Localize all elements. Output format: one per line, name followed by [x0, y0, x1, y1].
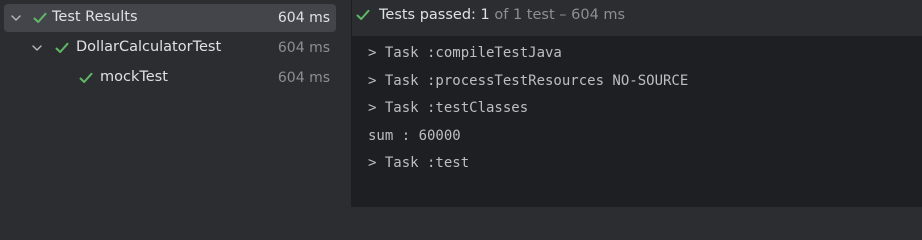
status-suffix: of 1 test – 604 ms	[494, 7, 626, 23]
console-panel: Tests passed: 1 of 1 test – 604 ms > Tas…	[352, 0, 922, 207]
tree-item-label: Test Results	[52, 9, 138, 25]
passed-count: 1	[480, 7, 490, 23]
test-results-tree: Test Results 604 ms DollarCalculatorTest…	[0, 0, 351, 207]
tree-item-dollar-calculator-test[interactable]: DollarCalculatorTest 604 ms	[4, 34, 336, 62]
check-icon	[79, 72, 93, 83]
check-icon	[33, 12, 47, 23]
console-output[interactable]: > Task :compileTestJava > Task :processT…	[368, 42, 688, 180]
check-icon	[356, 9, 370, 20]
console-line: > Task :processTestResources NO-SOURCE	[368, 72, 689, 89]
chevron-down-icon[interactable]	[10, 12, 22, 24]
console-line: > Task :test	[368, 155, 470, 171]
tree-item-time: 604 ms	[277, 10, 330, 26]
test-status-bar: Tests passed: 1 of 1 test – 604 ms	[352, 0, 922, 37]
tree-item-time: 604 ms	[277, 40, 330, 56]
tree-item-mock-test[interactable]: mockTest 604 ms	[4, 64, 336, 92]
check-icon	[55, 42, 69, 53]
console-line: sum : 60000	[368, 127, 461, 144]
test-runner-window: Test Results 604 ms DollarCalculatorTest…	[0, 0, 922, 207]
tree-item-test-results[interactable]: Test Results 604 ms	[4, 4, 336, 32]
chevron-down-icon[interactable]	[31, 42, 43, 54]
console-line: > Task :testClasses	[368, 100, 529, 116]
tree-item-label: DollarCalculatorTest	[76, 39, 222, 55]
test-status-text: Tests passed: 1 of 1 test – 604 ms	[379, 7, 625, 23]
status-prefix: Tests passed:	[379, 7, 476, 23]
console-line: > Task :compileTestJava	[368, 45, 562, 61]
tree-item-time: 604 ms	[277, 70, 330, 86]
tree-item-label: mockTest	[100, 69, 168, 85]
